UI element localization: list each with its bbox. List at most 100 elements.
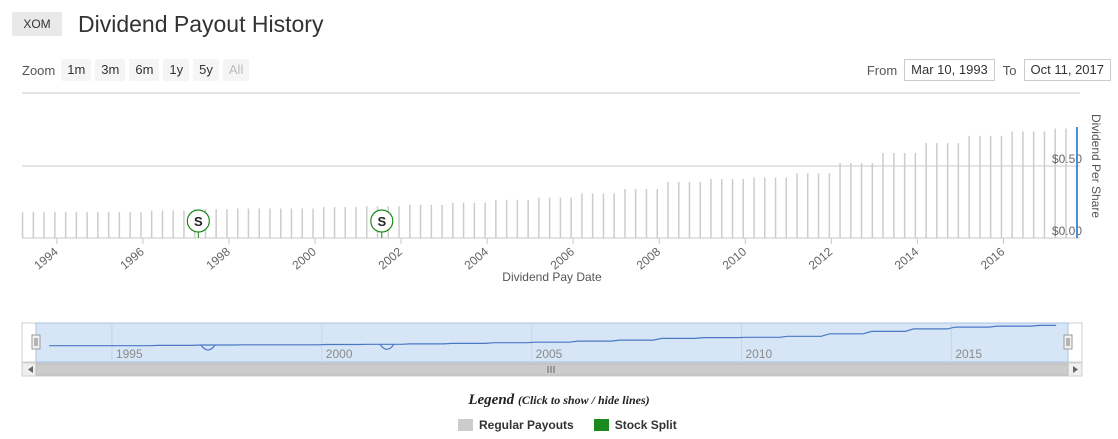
dividend-bar: [613, 193, 615, 238]
dividend-bar: [570, 197, 572, 238]
dividend-bar: [656, 189, 658, 238]
dividend-bar: [581, 193, 583, 238]
dividend-bar: [280, 208, 282, 238]
legend-title: Legend (Click to show / hide lines): [0, 392, 1118, 409]
dividend-bar: [678, 181, 680, 238]
dividend-bar: [430, 204, 433, 238]
dividend-bar: [247, 208, 250, 238]
dividend-bar: [183, 210, 185, 238]
dividend-bar: [419, 204, 422, 238]
dividend-bar: [957, 143, 960, 238]
dividend-bar: [473, 202, 476, 238]
dividend-bar: [323, 207, 325, 238]
x-axis-title: Dividend Pay Date: [502, 270, 602, 284]
split-marker-label: S: [194, 214, 203, 229]
dividend-chart: 1994 1996 1998 2000 2002 2004 2006 2008 2010 2012…: [21, 92, 1103, 377]
dividend-bar: [344, 207, 346, 238]
x-tick-label: 2000: [289, 244, 319, 272]
dividend-bar: [979, 135, 981, 238]
dividend-bar: [409, 204, 411, 238]
dividend-bar: [1022, 131, 1024, 238]
dividend-bar: [807, 173, 809, 238]
dividend-bar: [505, 199, 508, 238]
dividend-bar: [860, 163, 863, 238]
dividend-bar: [107, 212, 110, 238]
dividend-bar: [161, 210, 164, 238]
dividend-bar: [559, 197, 562, 238]
dividend-bar: [796, 173, 798, 238]
dividend-bar: [452, 202, 454, 238]
dividend-bar: [1032, 131, 1035, 238]
dividend-bar: [903, 153, 906, 238]
dividend-bar: [914, 153, 917, 238]
dividend-bar: [764, 177, 766, 238]
dividend-bar: [21, 212, 24, 238]
navigator-label: 2000: [326, 347, 353, 361]
dividend-bar: [140, 212, 142, 238]
dividend-bar: [645, 189, 648, 238]
x-tick-label: 2012: [806, 244, 836, 272]
dividend-bar: [968, 135, 970, 238]
dividend-bar: [828, 173, 831, 238]
y-axis-title: Dividend Per Share: [1089, 114, 1103, 218]
x-tick-label: 1998: [203, 244, 233, 272]
dividend-bar: [839, 163, 841, 238]
x-tick-label: 2002: [376, 244, 406, 272]
legend-item-regular-payouts[interactable]: Regular Payouts: [458, 418, 574, 432]
x-tick-label: 1996: [117, 244, 147, 272]
navigator-label: 1995: [116, 347, 143, 361]
dividend-bar: [850, 163, 852, 238]
dividend-bar: [290, 208, 293, 238]
dividend-bar: [441, 204, 443, 238]
dividend-bar: [226, 209, 228, 238]
dividend-bar: [774, 177, 777, 238]
dividend-bar: [75, 212, 78, 238]
dividend-bar: [527, 199, 529, 238]
dividend-bar: [312, 208, 314, 238]
dividend-bar: [462, 202, 465, 238]
dividend-bar: [817, 173, 820, 238]
legend-label-regular: Regular Payouts: [479, 418, 574, 432]
x-tick-label: 2006: [548, 244, 578, 272]
dividend-bar: [785, 177, 787, 238]
dividend-bar: [1054, 128, 1056, 238]
dividend-bar: [495, 199, 497, 238]
dividend-bar: [64, 212, 67, 238]
dividend-bar: [150, 210, 153, 238]
dividend-bar: [753, 177, 755, 238]
dividend-bar: [54, 212, 56, 238]
dividend-bar: [366, 206, 368, 238]
dividend-bar: [936, 143, 938, 238]
legend-label-split: Stock Split: [614, 418, 677, 432]
scrollbar-thumb: [35, 363, 1069, 376]
dividend-bar: [871, 163, 874, 238]
dividend-bar: [882, 153, 884, 238]
dividend-bar: [172, 210, 174, 238]
navigator-label: 2010: [745, 347, 772, 361]
split-marker-label: S: [377, 214, 386, 229]
dividend-bar: [602, 193, 605, 238]
legend-subtitle: (Click to show / hide lines): [517, 393, 650, 407]
dividend-bar: [548, 197, 551, 238]
dividend-bar: [398, 206, 400, 238]
dividend-bar: [32, 212, 35, 238]
dividend-bar: [667, 181, 669, 238]
x-tick-label: 2010: [720, 244, 750, 272]
dividend-bar: [215, 209, 217, 238]
dividend-bar: [1065, 128, 1067, 238]
legend-item-stock-split[interactable]: Stock Split: [593, 418, 677, 432]
dividend-bar: [1043, 131, 1046, 238]
dividend-bar: [721, 179, 723, 238]
x-tick-label: 1994: [31, 244, 61, 272]
navigator-label: 2015: [955, 347, 982, 361]
dividend-bar: [710, 179, 712, 238]
x-tick-label: 2004: [462, 244, 492, 272]
dividend-bar: [624, 189, 626, 238]
dividend-bar: [118, 212, 121, 238]
dividend-bar: [333, 207, 336, 238]
dividend-bar: [301, 208, 303, 238]
dividend-bar: [1011, 131, 1013, 238]
dividend-bar: [129, 212, 131, 238]
dividend-bar: [699, 181, 701, 238]
navigator-label: 2005: [536, 347, 563, 361]
